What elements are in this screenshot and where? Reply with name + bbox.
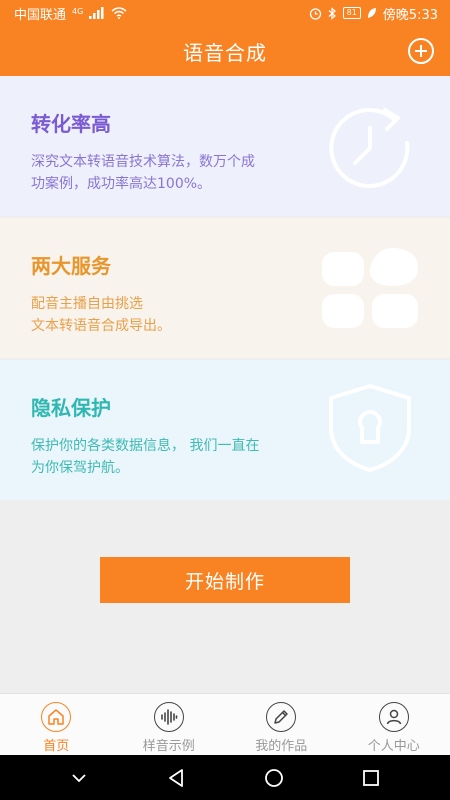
back-triangle-icon (169, 768, 184, 787)
home-icon (41, 702, 72, 732)
shield-icon (329, 384, 411, 472)
leaf-icon (367, 7, 377, 19)
user-icon (378, 702, 409, 732)
tab-bar: 首页 样音示例 我的作品 个人中心 (0, 693, 450, 755)
feature-card-privacy: 隐私保护 保护你的各类数据信息， 我们一直在 为你保驾护航。 (0, 360, 450, 500)
card-description-line: 为你保驾护航。 (31, 460, 129, 476)
feature-card-conversion: 转化率高 深究文本转语音技术算法，数万个成 功案例，成功率高达100%。 (0, 76, 450, 216)
card-description-line: 功案例，成功率高达100%。 (31, 176, 212, 192)
card-description: 配音主播自由挑选 文本转语音合成导出。 (31, 293, 331, 337)
home-nav-button[interactable] (254, 758, 294, 798)
card-description-line: 文本转语音合成导出。 (31, 318, 171, 334)
tab-label: 样音示例 (142, 739, 195, 754)
back-button[interactable] (156, 758, 196, 798)
plus-icon (415, 45, 427, 57)
bluetooth-icon (328, 6, 337, 20)
recents-square-icon (363, 769, 380, 786)
pencil-icon (266, 702, 297, 732)
feature-card-services: 两大服务 配音主播自由挑选 文本转语音合成导出。 (0, 218, 450, 358)
app-header: 语音合成 (0, 26, 450, 76)
tab-samples[interactable]: 样音示例 (113, 694, 226, 755)
status-time: 傍晚5:33 (382, 7, 438, 23)
tab-label: 个人中心 (367, 739, 420, 754)
start-button[interactable]: 开始制作 (100, 557, 350, 603)
tab-profile[interactable]: 个人中心 (338, 694, 450, 755)
grid-tiles-icon (322, 248, 418, 328)
system-nav-bar (0, 755, 450, 800)
home-circle-icon (264, 768, 283, 787)
tab-my-works[interactable]: 我的作品 (225, 694, 338, 755)
status-bar: 中国联通 4G 81 傍晚5:33 (0, 0, 450, 26)
card-description-line: 保护你的各类数据信息， 我们一直在 (31, 438, 260, 454)
refresh-clock-icon (329, 108, 410, 188)
card-description-line: 配音主播自由挑选 (31, 296, 143, 312)
collapse-nav-button[interactable] (59, 758, 99, 798)
card-description: 保护你的各类数据信息， 我们一直在 为你保驾护航。 (31, 435, 331, 479)
chevron-down-icon (72, 773, 86, 782)
battery-indicator: 81 (342, 7, 361, 19)
card-description-line: 深究文本转语音技术算法，数万个成 (31, 154, 255, 170)
page-title: 语音合成 (183, 40, 267, 65)
status-left: 中国联通 4G (14, 4, 127, 23)
tab-label: 我的作品 (255, 739, 308, 754)
add-button[interactable] (408, 38, 434, 64)
alarm-icon (309, 7, 322, 20)
tab-label: 首页 (43, 739, 70, 754)
waveform-icon (153, 702, 184, 732)
carrier-label: 中国联通 (14, 7, 67, 23)
signal-icon (89, 7, 105, 19)
card-description: 深究文本转语音技术算法，数万个成 功案例，成功率高达100%。 (31, 151, 331, 195)
recents-button[interactable] (351, 758, 391, 798)
status-right: 81 傍晚5:33 (309, 4, 438, 23)
network-label: 4G (72, 6, 84, 16)
wifi-icon (111, 7, 127, 19)
tab-home[interactable]: 首页 (0, 694, 113, 755)
